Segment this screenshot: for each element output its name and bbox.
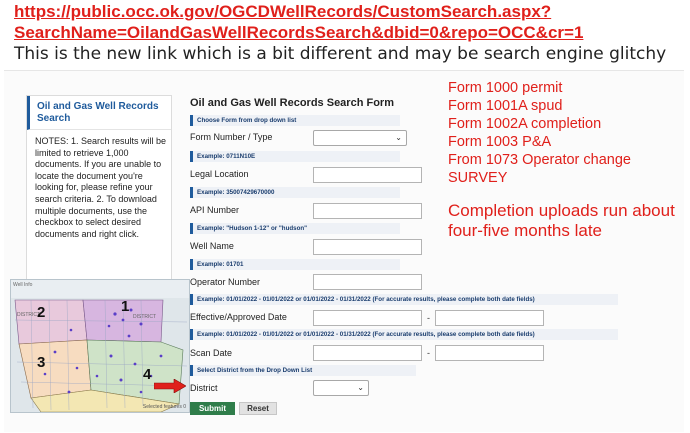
selected-features-label: Selected features 0 <box>142 404 186 410</box>
hint-scan-date: Example: 01/01/2022 - 01/01/2022 or 01/0… <box>190 329 618 340</box>
annotation-form-1002a: Form 1002A completion <box>448 116 602 132</box>
hint-operator-number: Example: 01701 <box>190 259 400 270</box>
legal-location-input[interactable] <box>313 167 422 183</box>
hint-api-number: Example: 35007429670000 <box>190 187 400 198</box>
operator-number-input[interactable] <box>313 274 422 290</box>
effective-date-label: Effective/Approved Date <box>190 312 287 322</box>
map-header-label: Well Info <box>13 282 33 288</box>
scan-date-from-input[interactable] <box>313 345 422 361</box>
annotation-form-1073: From 1073 Operator change <box>448 152 631 168</box>
map-district-label-1: DISTRICT <box>133 314 157 320</box>
chevron-down-icon: ⌄ <box>395 133 402 142</box>
scan-date-label: Scan Date <box>190 348 233 358</box>
search-url-link[interactable]: https://public.occ.ok.gov/OGCDWellRecord… <box>14 1 686 43</box>
district-select[interactable]: ⌄ <box>313 380 369 396</box>
sidebar-notes: NOTES: 1. Search results will be limited… <box>35 136 167 239</box>
api-number-label: API Number <box>190 205 240 215</box>
district-3-label: 3 <box>37 354 46 371</box>
effective-date-to-input[interactable] <box>435 310 544 326</box>
district-1-label: 1 <box>121 298 130 315</box>
completion-note: Completion uploads run about four-five m… <box>448 201 675 240</box>
screenshot-panel: Oil and Gas Well Records Search NOTES: 1… <box>4 70 684 432</box>
district-label: District <box>190 383 218 393</box>
operator-number-label: Operator Number <box>190 277 261 287</box>
annotation-form-1001a: Form 1001A spud <box>448 98 563 114</box>
well-name-input[interactable] <box>313 239 422 255</box>
forms-annotation: Form 1000 permit Form 1001A spud Form 10… <box>448 79 678 187</box>
chevron-down-icon: ⌄ <box>357 383 364 392</box>
scan-date-to-input[interactable] <box>435 345 544 361</box>
annotation-form-1000: Form 1000 permit <box>448 80 563 96</box>
api-number-input[interactable] <box>313 203 422 219</box>
effective-date-separator: - <box>427 313 430 323</box>
annotation-form-1003: Form 1003 P&A <box>448 134 552 150</box>
effective-date-from-input[interactable] <box>313 310 422 326</box>
form-number-label: Form Number / Type <box>190 132 273 142</box>
hint-district: Select District from the Drop Down List <box>190 365 416 376</box>
hint-legal-location: Example: 0711N10E <box>190 151 400 162</box>
hint-effective-date: Example: 01/01/2022 - 01/01/2022 or 01/0… <box>190 294 618 305</box>
reset-button[interactable]: Reset <box>239 402 277 415</box>
annotation-survey: SURVEY <box>448 170 508 186</box>
legal-location-label: Legal Location <box>190 169 249 179</box>
submit-button[interactable]: Submit <box>190 402 235 415</box>
oklahoma-map-image <box>11 298 189 412</box>
sidebar-title[interactable]: Oil and Gas Well Records Search <box>27 96 171 130</box>
form-number-select[interactable]: ⌄ <box>313 130 407 146</box>
arrow-right-icon <box>154 379 186 393</box>
link-note: This is the new link which is a bit diff… <box>14 44 667 64</box>
hint-form-number: Choose Form from drop down list <box>190 115 400 126</box>
district-4-label: 4 <box>143 366 152 383</box>
form-title: Oil and Gas Well Records Search Form <box>190 97 394 109</box>
well-name-label: Well Name <box>190 241 234 251</box>
district-2-label: 2 <box>37 304 46 321</box>
scan-date-separator: - <box>427 348 430 358</box>
sidebar-panel: Oil and Gas Well Records Search NOTES: 1… <box>26 95 172 291</box>
hint-well-name: Example: "Hudson 1-12" or "hudson" <box>190 223 400 234</box>
